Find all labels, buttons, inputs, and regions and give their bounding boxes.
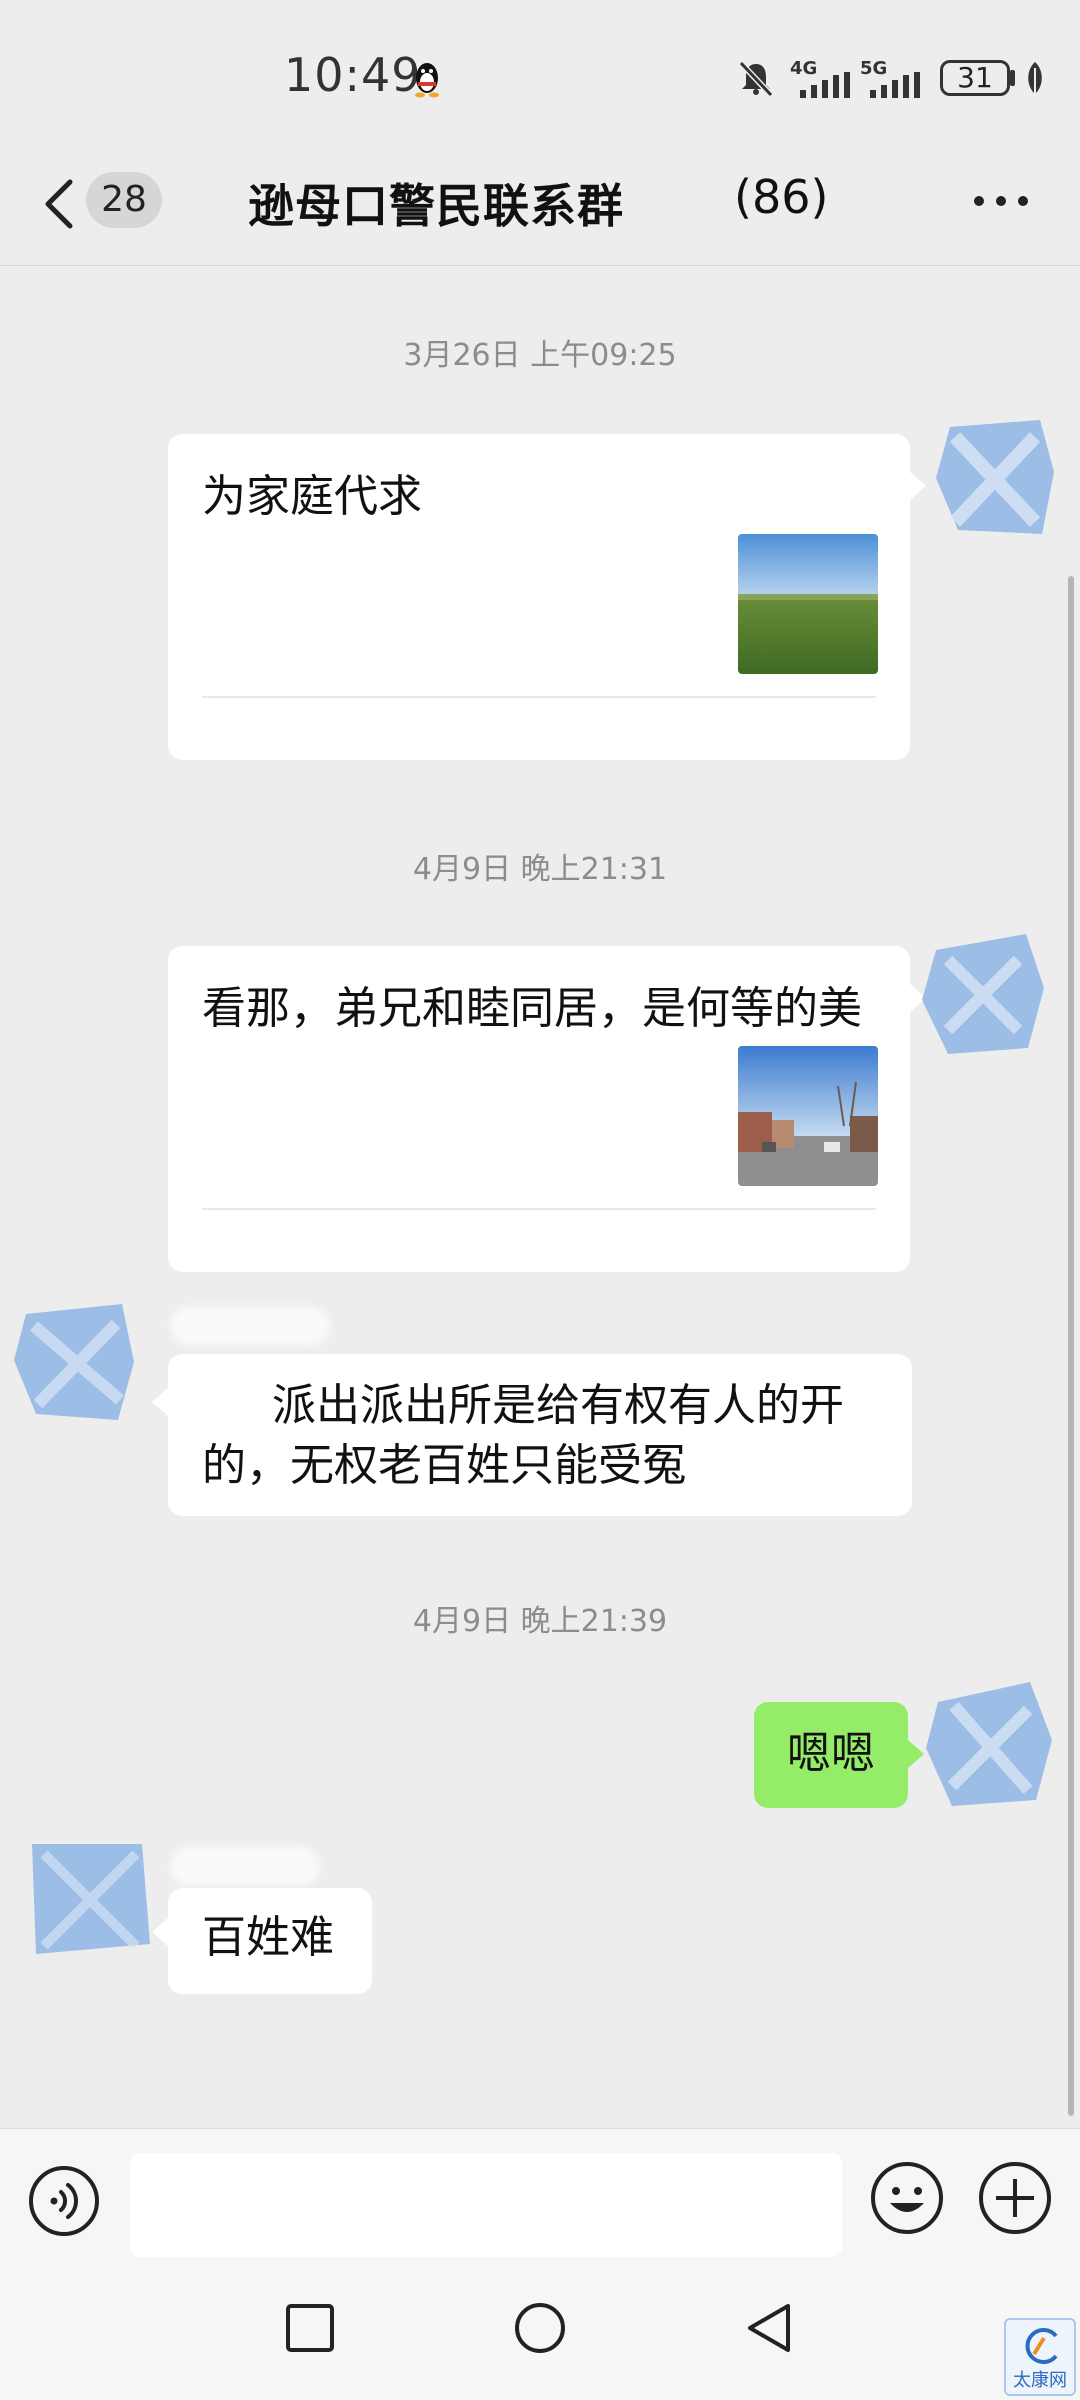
back-chevron-icon[interactable] [36,174,84,234]
scrollbar[interactable] [1068,576,1074,2116]
link-card-message[interactable]: 看那，弟兄和睦同居，是何等的美 [168,946,910,1272]
bubble-tail [908,1740,924,1768]
battery-level: 31 [957,61,993,94]
signal-4g-icon: 4G [790,58,854,98]
message-input[interactable] [130,2153,842,2257]
link-card-title: 看那，弟兄和睦同居，是何等的美 [202,983,862,1034]
text-message-outgoing[interactable]: 嗯嗯 [754,1702,908,1808]
system-nav-bar [0,2260,1080,2400]
bubble-tail [910,472,926,500]
message-timestamp: 4月9日 晚上21:39 [412,1604,668,1639]
message-timestamp: 4月9日 晚上21:31 [412,852,668,887]
avatar-blurred[interactable] [10,1296,140,1426]
text-message[interactable]: 百姓难 [168,1888,372,1994]
qq-penguin-icon [415,63,439,98]
text-message[interactable]: 派出派出所是给有权有人的开 的，无权老百姓只能受冤 [168,1354,912,1516]
message-timestamp: 3月26日 上午09:25 [403,338,677,373]
avatar-blurred[interactable] [918,930,1048,1060]
plus-icon[interactable] [978,2161,1052,2235]
battery-cap [1010,70,1015,86]
status-time: 10:49 [284,48,422,102]
recent-apps-icon[interactable] [280,2298,340,2358]
emoji-icon[interactable] [870,2161,944,2235]
chat-message-list[interactable]: 3月26日 上午09:25 为家庭代求 4月9日 晚上21:31 看那，弟兄和睦… [0,266,1080,2128]
chat-header: 28 逊母口警民联系群 (86) [0,130,1080,266]
more-dots-icon[interactable] [974,196,1030,208]
mute-bell-icon [738,60,774,98]
watermark-label: 太康网 [1013,2370,1067,2391]
site-watermark-logo: 太康网 [1004,2318,1076,2396]
card-divider [202,696,876,698]
message-text: 百姓难 [202,1912,334,1963]
home-icon[interactable] [510,2298,570,2358]
member-count[interactable]: (86) [734,170,828,224]
group-title[interactable]: 逊母口警民联系群 [248,170,624,236]
avatar-blurred[interactable] [24,1834,154,1964]
signal-5g-icon: 5G [860,58,924,98]
avatar-blurred[interactable] [924,1680,1054,1810]
voice-icon[interactable] [28,2165,100,2237]
link-card-message[interactable]: 为家庭代求 [168,434,910,760]
avatar-blurred[interactable] [930,412,1060,542]
link-card-thumbnail [738,534,878,674]
status-bar: 10:49 4G 5G 31 [0,0,1080,130]
message-text-line: 的，无权老百姓只能受冤 [202,1440,686,1491]
input-bar [0,2128,1080,2260]
bubble-tail [152,1388,168,1416]
message-text-line: 派出派出所是给有权有人的开 [272,1380,844,1431]
leaf-icon [1028,62,1042,94]
link-card-thumbnail [738,1046,878,1186]
sender-name-blurred [170,1306,330,1346]
card-divider [202,1208,876,1210]
battery-icon: 31 [940,60,1010,96]
message-text: 嗯嗯 [787,1728,875,1779]
sender-name-blurred [170,1846,320,1886]
link-card-title: 为家庭代求 [202,471,422,522]
bubble-tail [152,1918,168,1946]
unread-count-badge[interactable]: 28 [86,172,162,228]
back-triangle-icon[interactable] [740,2298,800,2358]
